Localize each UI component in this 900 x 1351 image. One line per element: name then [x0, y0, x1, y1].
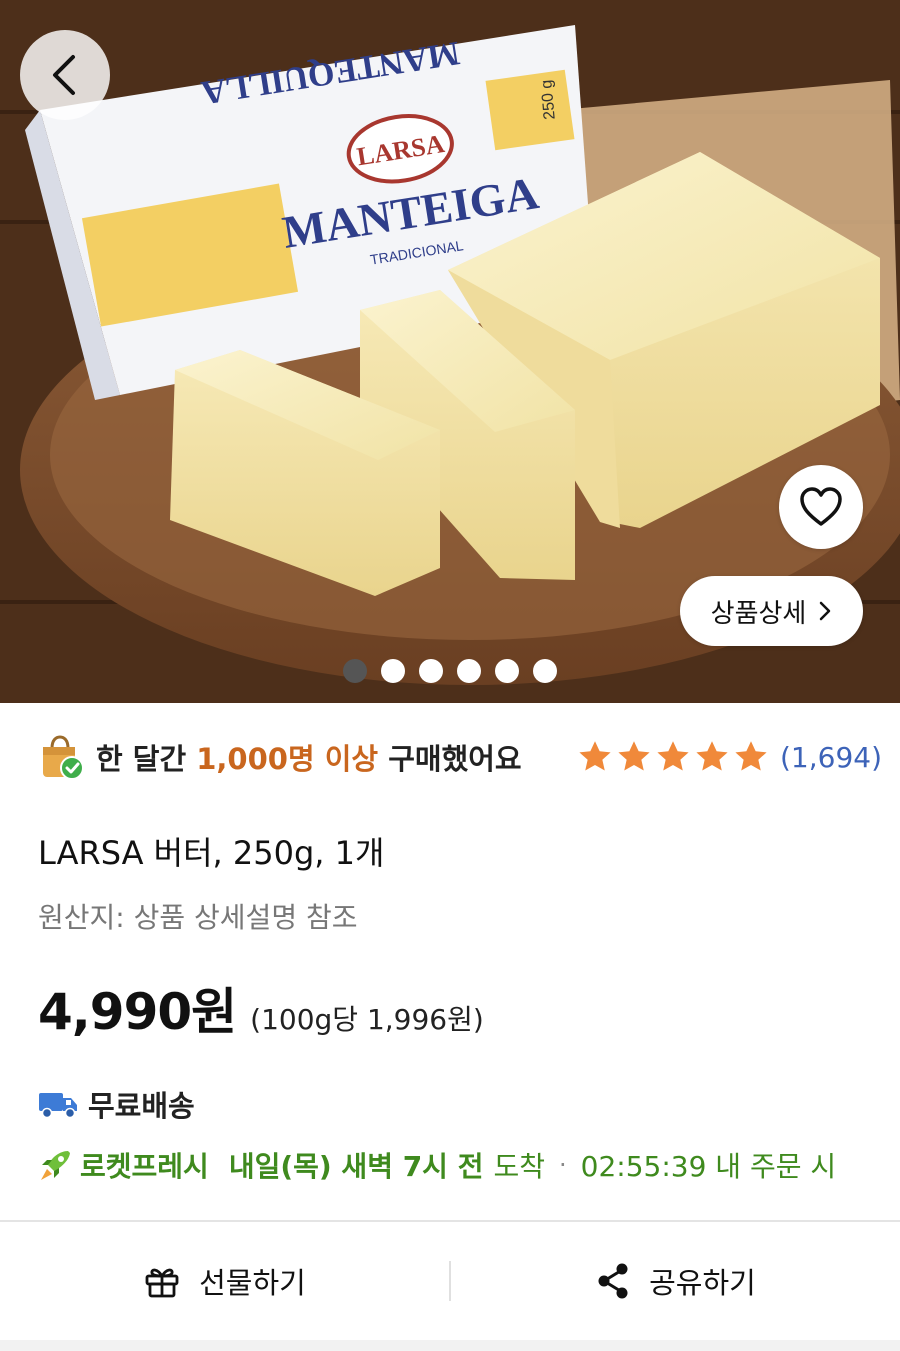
- back-button[interactable]: [20, 30, 110, 120]
- purchase-highlight: 1,000명 이상: [196, 742, 379, 776]
- purchase-count-text: 한 달간 1,000명 이상 구매했어요: [96, 736, 522, 778]
- separator-dot: ·: [559, 1151, 567, 1179]
- purchase-stats-row: 한 달간 1,000명 이상 구매했어요 (1,694): [38, 730, 882, 784]
- star-icon: [618, 741, 650, 771]
- free-shipping-row: 무료배송: [38, 1083, 195, 1125]
- shopping-bag-check-icon: [43, 735, 84, 780]
- bottom-edge: [0, 1340, 900, 1351]
- price-row: 4,990원 (100g당 1,996원): [38, 972, 484, 1044]
- rocket-fresh-delivery-row: 로켓프레시 내일(목) 새벽 7시 전 도착 · 02:55:39 내 주문 시: [38, 1142, 900, 1188]
- free-shipping-label: 무료배송: [88, 1089, 195, 1123]
- product-title: LARSA 버터, 250g, 1개: [38, 834, 385, 872]
- arrival-suffix: 도착: [493, 1150, 545, 1183]
- carousel-dot[interactable]: [381, 659, 405, 683]
- product-detail-button[interactable]: 상품상세: [680, 576, 863, 646]
- review-count-link[interactable]: (1,694): [780, 741, 882, 774]
- product-detail-label: 상품상세: [710, 598, 807, 629]
- rating-stars[interactable]: (1,694): [577, 739, 882, 775]
- svg-text:250 g: 250 g: [538, 79, 558, 120]
- product-origin: 원산지: 상품 상세설명 참조: [38, 901, 358, 934]
- order-deadline: 02:55:39 내 주문 시: [580, 1150, 837, 1183]
- gift-label: 선물하기: [199, 1266, 306, 1300]
- heart-icon: [800, 487, 842, 526]
- carousel-dot[interactable]: [495, 659, 519, 683]
- purchase-suffix: 구매했어요: [378, 742, 522, 776]
- carousel-dot[interactable]: [457, 659, 481, 683]
- chevron-right-icon: [820, 601, 831, 621]
- purchase-prefix: 한 달간: [96, 742, 197, 776]
- share-label: 공유하기: [649, 1266, 756, 1300]
- share-icon: [598, 1263, 628, 1299]
- wishlist-button[interactable]: [779, 465, 863, 549]
- star-icon: [696, 741, 728, 771]
- arrival-date: 내일(목) 새벽 7시 전: [228, 1150, 484, 1183]
- carousel-indicator: [0, 659, 900, 685]
- gift-button[interactable]: 선물하기: [0, 1222, 449, 1340]
- carousel-dot[interactable]: [533, 659, 557, 683]
- action-bar: 선물하기 공유하기: [0, 1222, 900, 1340]
- rocket-fresh-label: 로켓프레시: [80, 1150, 209, 1183]
- star-icon: [735, 741, 767, 771]
- rocket-icon: [41, 1151, 70, 1180]
- product-image-carousel[interactable]: LARSA MANTEIGA TRADICIONAL MANTEQUILLA 2…: [0, 0, 900, 703]
- carousel-dot[interactable]: [419, 659, 443, 683]
- sale-price: 4,990원: [38, 983, 237, 1041]
- truck-icon: [39, 1093, 77, 1119]
- unit-price: (100g당 1,996원): [250, 1003, 484, 1036]
- star-icon: [579, 741, 611, 771]
- star-icon: [657, 741, 689, 771]
- gift-icon: [145, 1268, 179, 1298]
- share-button[interactable]: 공유하기: [451, 1222, 900, 1340]
- carousel-dot[interactable]: [343, 659, 367, 683]
- chevron-left-icon: [53, 55, 75, 95]
